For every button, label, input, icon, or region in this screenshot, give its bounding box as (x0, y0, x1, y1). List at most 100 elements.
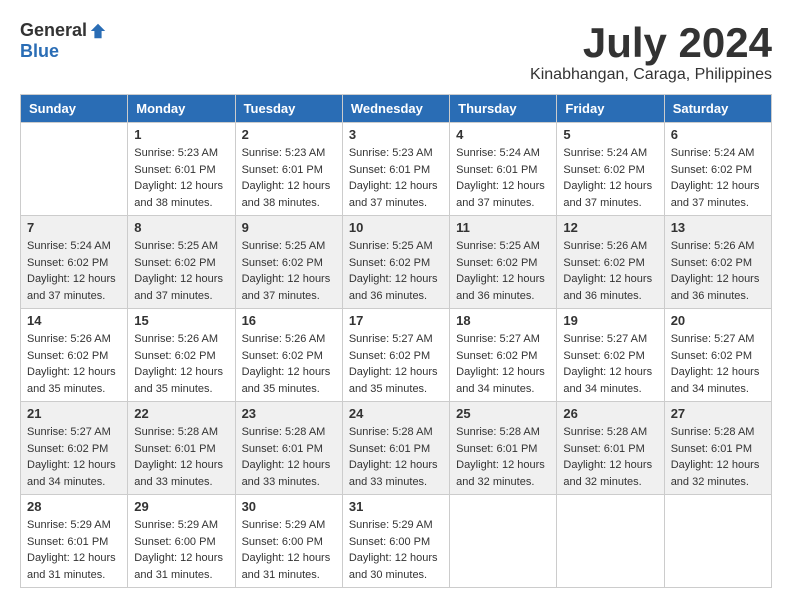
day-info: Sunrise: 5:25 AMSunset: 6:02 PMDaylight:… (134, 238, 228, 304)
day-number: 16 (242, 313, 336, 328)
day-number: 6 (671, 127, 765, 142)
calendar-cell (557, 495, 664, 588)
day-number: 2 (242, 127, 336, 142)
day-info: Sunrise: 5:24 AMSunset: 6:02 PMDaylight:… (27, 238, 121, 304)
day-info: Sunrise: 5:28 AMSunset: 6:01 PMDaylight:… (456, 424, 550, 490)
calendar-cell: 8 Sunrise: 5:25 AMSunset: 6:02 PMDayligh… (128, 216, 235, 309)
day-info: Sunrise: 5:24 AMSunset: 6:02 PMDaylight:… (671, 145, 765, 211)
weekday-header: Tuesday (235, 95, 342, 123)
calendar-cell (450, 495, 557, 588)
day-number: 30 (242, 499, 336, 514)
day-number: 26 (563, 406, 657, 421)
calendar-cell: 10 Sunrise: 5:25 AMSunset: 6:02 PMDaylig… (342, 216, 449, 309)
day-info: Sunrise: 5:25 AMSunset: 6:02 PMDaylight:… (242, 238, 336, 304)
day-number: 5 (563, 127, 657, 142)
weekday-header: Wednesday (342, 95, 449, 123)
day-number: 7 (27, 220, 121, 235)
day-info: Sunrise: 5:23 AMSunset: 6:01 PMDaylight:… (134, 145, 228, 211)
calendar-cell: 19 Sunrise: 5:27 AMSunset: 6:02 PMDaylig… (557, 309, 664, 402)
weekday-header: Thursday (450, 95, 557, 123)
day-number: 20 (671, 313, 765, 328)
calendar-cell: 20 Sunrise: 5:27 AMSunset: 6:02 PMDaylig… (664, 309, 771, 402)
calendar-cell: 6 Sunrise: 5:24 AMSunset: 6:02 PMDayligh… (664, 123, 771, 216)
day-info: Sunrise: 5:26 AMSunset: 6:02 PMDaylight:… (671, 238, 765, 304)
day-number: 28 (27, 499, 121, 514)
weekday-header: Saturday (664, 95, 771, 123)
day-number: 10 (349, 220, 443, 235)
calendar-cell: 25 Sunrise: 5:28 AMSunset: 6:01 PMDaylig… (450, 402, 557, 495)
day-info: Sunrise: 5:27 AMSunset: 6:02 PMDaylight:… (671, 331, 765, 397)
day-info: Sunrise: 5:29 AMSunset: 6:00 PMDaylight:… (349, 517, 443, 583)
logo: General Blue (20, 20, 107, 62)
day-info: Sunrise: 5:23 AMSunset: 6:01 PMDaylight:… (242, 145, 336, 211)
day-info: Sunrise: 5:25 AMSunset: 6:02 PMDaylight:… (456, 238, 550, 304)
calendar-cell: 29 Sunrise: 5:29 AMSunset: 6:00 PMDaylig… (128, 495, 235, 588)
day-info: Sunrise: 5:25 AMSunset: 6:02 PMDaylight:… (349, 238, 443, 304)
logo-general: General (20, 20, 87, 41)
day-number: 31 (349, 499, 443, 514)
day-info: Sunrise: 5:26 AMSunset: 6:02 PMDaylight:… (563, 238, 657, 304)
calendar-cell: 24 Sunrise: 5:28 AMSunset: 6:01 PMDaylig… (342, 402, 449, 495)
calendar-cell: 5 Sunrise: 5:24 AMSunset: 6:02 PMDayligh… (557, 123, 664, 216)
day-number: 27 (671, 406, 765, 421)
day-info: Sunrise: 5:27 AMSunset: 6:02 PMDaylight:… (27, 424, 121, 490)
weekday-header: Sunday (21, 95, 128, 123)
day-number: 11 (456, 220, 550, 235)
day-number: 9 (242, 220, 336, 235)
day-info: Sunrise: 5:23 AMSunset: 6:01 PMDaylight:… (349, 145, 443, 211)
day-number: 3 (349, 127, 443, 142)
day-info: Sunrise: 5:28 AMSunset: 6:01 PMDaylight:… (563, 424, 657, 490)
weekday-header: Friday (557, 95, 664, 123)
day-number: 21 (27, 406, 121, 421)
day-info: Sunrise: 5:28 AMSunset: 6:01 PMDaylight:… (671, 424, 765, 490)
title-section: July 2024 Kinabhangan, Caraga, Philippin… (530, 20, 772, 84)
day-number: 19 (563, 313, 657, 328)
day-number: 29 (134, 499, 228, 514)
logo-blue: Blue (20, 41, 59, 62)
location-title: Kinabhangan, Caraga, Philippines (530, 66, 772, 84)
calendar-cell: 22 Sunrise: 5:28 AMSunset: 6:01 PMDaylig… (128, 402, 235, 495)
day-info: Sunrise: 5:24 AMSunset: 6:02 PMDaylight:… (563, 145, 657, 211)
calendar-cell: 2 Sunrise: 5:23 AMSunset: 6:01 PMDayligh… (235, 123, 342, 216)
day-info: Sunrise: 5:26 AMSunset: 6:02 PMDaylight:… (134, 331, 228, 397)
calendar-cell: 21 Sunrise: 5:27 AMSunset: 6:02 PMDaylig… (21, 402, 128, 495)
calendar-cell: 3 Sunrise: 5:23 AMSunset: 6:01 PMDayligh… (342, 123, 449, 216)
calendar-cell: 13 Sunrise: 5:26 AMSunset: 6:02 PMDaylig… (664, 216, 771, 309)
day-number: 15 (134, 313, 228, 328)
calendar-cell: 17 Sunrise: 5:27 AMSunset: 6:02 PMDaylig… (342, 309, 449, 402)
calendar-cell: 23 Sunrise: 5:28 AMSunset: 6:01 PMDaylig… (235, 402, 342, 495)
calendar-cell (21, 123, 128, 216)
day-number: 8 (134, 220, 228, 235)
day-number: 24 (349, 406, 443, 421)
day-number: 22 (134, 406, 228, 421)
calendar-cell: 11 Sunrise: 5:25 AMSunset: 6:02 PMDaylig… (450, 216, 557, 309)
calendar-cell: 12 Sunrise: 5:26 AMSunset: 6:02 PMDaylig… (557, 216, 664, 309)
page-header: General Blue July 2024 Kinabhangan, Cara… (20, 20, 772, 84)
calendar-cell (664, 495, 771, 588)
day-info: Sunrise: 5:27 AMSunset: 6:02 PMDaylight:… (456, 331, 550, 397)
day-number: 18 (456, 313, 550, 328)
calendar-cell: 16 Sunrise: 5:26 AMSunset: 6:02 PMDaylig… (235, 309, 342, 402)
day-number: 13 (671, 220, 765, 235)
calendar-table: SundayMondayTuesdayWednesdayThursdayFrid… (20, 94, 772, 588)
day-info: Sunrise: 5:27 AMSunset: 6:02 PMDaylight:… (563, 331, 657, 397)
day-number: 12 (563, 220, 657, 235)
day-number: 14 (27, 313, 121, 328)
day-info: Sunrise: 5:26 AMSunset: 6:02 PMDaylight:… (242, 331, 336, 397)
day-info: Sunrise: 5:27 AMSunset: 6:02 PMDaylight:… (349, 331, 443, 397)
day-number: 23 (242, 406, 336, 421)
month-year-title: July 2024 (530, 20, 772, 66)
calendar-cell: 7 Sunrise: 5:24 AMSunset: 6:02 PMDayligh… (21, 216, 128, 309)
day-number: 1 (134, 127, 228, 142)
calendar-cell: 9 Sunrise: 5:25 AMSunset: 6:02 PMDayligh… (235, 216, 342, 309)
calendar-cell: 30 Sunrise: 5:29 AMSunset: 6:00 PMDaylig… (235, 495, 342, 588)
calendar-cell: 28 Sunrise: 5:29 AMSunset: 6:01 PMDaylig… (21, 495, 128, 588)
day-info: Sunrise: 5:24 AMSunset: 6:01 PMDaylight:… (456, 145, 550, 211)
calendar-cell: 4 Sunrise: 5:24 AMSunset: 6:01 PMDayligh… (450, 123, 557, 216)
calendar-cell: 14 Sunrise: 5:26 AMSunset: 6:02 PMDaylig… (21, 309, 128, 402)
logo-icon (89, 22, 107, 40)
day-info: Sunrise: 5:29 AMSunset: 6:00 PMDaylight:… (134, 517, 228, 583)
day-info: Sunrise: 5:28 AMSunset: 6:01 PMDaylight:… (349, 424, 443, 490)
calendar-cell: 31 Sunrise: 5:29 AMSunset: 6:00 PMDaylig… (342, 495, 449, 588)
day-number: 17 (349, 313, 443, 328)
